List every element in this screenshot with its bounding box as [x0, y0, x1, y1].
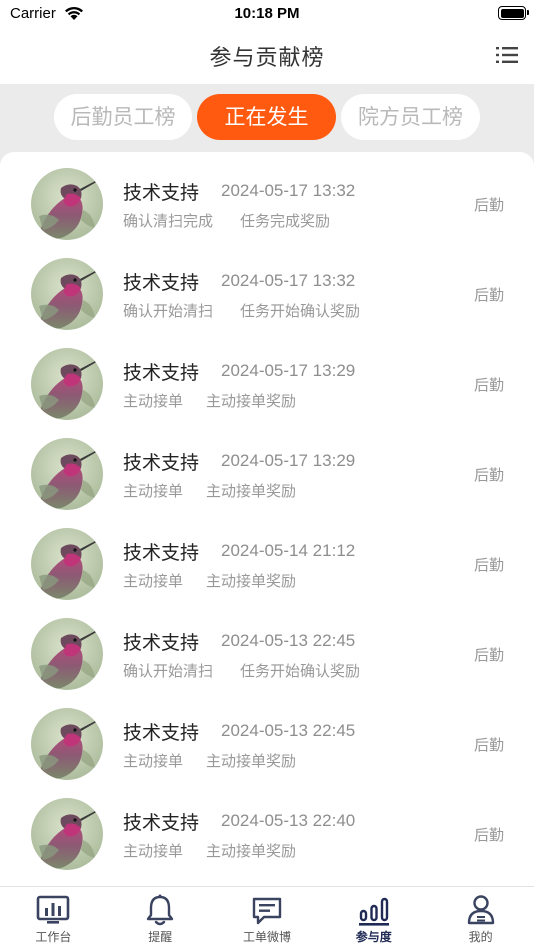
tab-work-order-weibo[interactable]: 工单微博	[214, 887, 321, 950]
tab-reminders[interactable]: 提醒	[107, 887, 214, 950]
user-name: 技术支持	[123, 182, 200, 204]
user-name: 技术支持	[123, 722, 200, 744]
avatar	[31, 798, 103, 870]
user-name: 技术支持	[123, 272, 200, 294]
tab-hospital-ranking[interactable]: 院方员工榜	[341, 94, 480, 140]
role-label: 后勤	[473, 556, 504, 574]
record-time: 2024-05-13 22:40	[221, 811, 356, 830]
record-time: 2024-05-17 13:29	[221, 361, 356, 380]
record-reward: 主动接单奖励	[206, 482, 297, 500]
record-action: 主动接单	[123, 572, 184, 590]
activity-list: 技术支持 2024-05-17 13:32 确认清扫完成 任务完成奖励 后勤 技…	[0, 152, 534, 886]
list-item[interactable]: 技术支持 2024-05-17 13:29 主动接单 主动接单奖励 后勤	[0, 422, 534, 512]
record-time: 2024-05-14 21:12	[221, 541, 356, 560]
record-action: 主动接单	[123, 752, 184, 770]
list-item[interactable]: 技术支持 2024-05-13 22:45 确认开始清扫 任务开始确认奖励 后勤	[0, 602, 534, 692]
avatar	[31, 258, 103, 330]
list-item[interactable]: 技术支持 2024-05-17 13:29 主动接单 主动接单奖励 后勤	[0, 332, 534, 422]
user-name: 技术支持	[123, 542, 200, 564]
profile-icon	[467, 895, 494, 925]
role-label: 后勤	[473, 646, 504, 664]
tab-mine[interactable]: 我的	[427, 887, 534, 950]
avatar	[31, 528, 103, 600]
list-item[interactable]: 技术支持 2024-05-17 13:32 确认清扫完成 任务完成奖励 后勤	[0, 152, 534, 242]
record-time: 2024-05-13 22:45	[221, 721, 356, 740]
tab-label: 参与度	[355, 930, 392, 944]
battery-icon	[498, 6, 529, 20]
record-reward: 任务开始确认奖励	[240, 302, 361, 320]
tab-logistics-ranking[interactable]: 后勤员工榜	[54, 94, 192, 140]
record-reward: 主动接单奖励	[206, 572, 297, 590]
tab-label: 工单微博	[242, 930, 291, 944]
list-item[interactable]: 技术支持 2024-05-14 21:12 主动接单 主动接单奖励 后勤	[0, 512, 534, 602]
tab-engagement[interactable]: 参与度	[320, 887, 427, 950]
record-reward: 主动接单奖励	[206, 752, 297, 770]
tab-happening-now[interactable]: 正在发生	[197, 94, 336, 140]
record-action: 主动接单	[123, 482, 184, 500]
list-menu-icon[interactable]	[496, 45, 518, 65]
role-label: 后勤	[473, 736, 504, 754]
bell-icon	[146, 894, 174, 926]
record-time: 2024-05-17 13:32	[221, 271, 356, 290]
page-title: 参与贡献榜	[209, 46, 325, 71]
tab-label: 工作台	[35, 930, 72, 944]
tab-label: 提醒	[148, 930, 173, 944]
user-name: 技术支持	[123, 632, 200, 654]
record-action: 主动接单	[123, 842, 184, 860]
list-item[interactable]: 技术支持 2024-05-17 13:32 确认开始清扫 任务开始确认奖励 后勤	[0, 242, 534, 332]
bottom-tab-bar: 工作台 提醒 工单微博 参与度 我的	[0, 886, 534, 950]
dashboard-icon	[37, 895, 70, 924]
record-reward: 主动接单奖励	[206, 392, 297, 410]
record-reward: 任务完成奖励	[240, 212, 331, 230]
bar-chart-icon	[358, 897, 389, 926]
avatar	[31, 168, 103, 240]
nav-bar: 参与贡献榜	[0, 28, 534, 84]
record-action: 确认清扫完成	[123, 212, 214, 230]
segment-tabs: 后勤员工榜 正在发生 院方员工榜	[0, 84, 534, 154]
tab-label: 我的	[468, 930, 493, 944]
user-name: 技术支持	[123, 812, 200, 834]
role-label: 后勤	[473, 196, 504, 214]
role-label: 后勤	[473, 376, 504, 394]
role-label: 后勤	[473, 826, 504, 844]
record-reward: 任务开始确认奖励	[240, 662, 361, 680]
role-label: 后勤	[473, 466, 504, 484]
record-time: 2024-05-17 13:29	[221, 451, 356, 470]
tab-workbench[interactable]: 工作台	[0, 887, 107, 950]
user-name: 技术支持	[123, 362, 200, 384]
role-label: 后勤	[473, 286, 504, 304]
record-action: 确认开始清扫	[123, 302, 214, 320]
list-item[interactable]: 技术支持 2024-05-13 22:45 主动接单 主动接单奖励 后勤	[0, 692, 534, 782]
record-action: 确认开始清扫	[123, 662, 214, 680]
chat-icon	[252, 897, 282, 925]
record-action: 主动接单	[123, 392, 184, 410]
list-item[interactable]: 技术支持 2024-05-13 22:40 主动接单 主动接单奖励 后勤	[0, 782, 534, 872]
avatar	[31, 348, 103, 420]
avatar	[31, 708, 103, 780]
record-reward: 主动接单奖励	[206, 842, 297, 860]
record-time: 2024-05-17 13:32	[221, 181, 356, 200]
clock: 10:18 PM	[234, 5, 300, 22]
user-name: 技术支持	[123, 452, 200, 474]
avatar	[31, 618, 103, 690]
record-time: 2024-05-13 22:45	[221, 631, 356, 650]
status-bar: Carrier 10:18 PM	[0, 0, 534, 28]
avatar	[31, 438, 103, 510]
